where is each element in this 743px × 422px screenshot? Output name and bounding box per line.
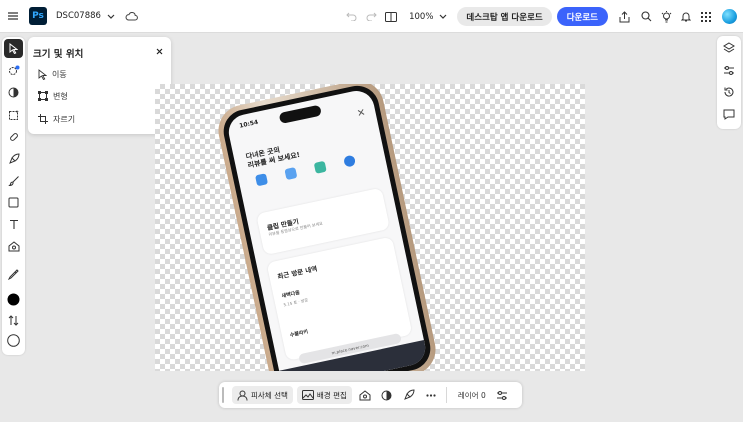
bell-icon[interactable] — [676, 7, 696, 27]
layers-icon[interactable] — [719, 38, 739, 58]
panel-item-label: 변형 — [53, 91, 68, 101]
move-icon — [38, 68, 47, 80]
phone-screen: 10:54 ✕ 다녀온 곳의 리뷰를 써 보세요! 클립 만들기 리뷰를 동영상… — [225, 87, 429, 371]
more-options-icon[interactable] — [422, 386, 440, 404]
healing-brush-icon[interactable] — [4, 127, 23, 146]
phone-image: 10:54 ✕ 다녀온 곳의 리뷰를 써 보세요! 클립 만들기 리뷰를 동영상… — [213, 84, 441, 371]
quick-selection-tool-icon[interactable] — [4, 61, 23, 80]
remove-background-icon[interactable] — [356, 386, 374, 404]
select-subject-button[interactable]: 피사체 선택 — [232, 386, 293, 404]
apps-grid-icon[interactable] — [696, 7, 716, 27]
text-tool-icon[interactable] — [4, 215, 23, 234]
background-tool-icon[interactable] — [4, 237, 23, 256]
swap-colors-icon[interactable] — [4, 311, 23, 330]
canvas-document[interactable]: 10:54 ✕ 다녀온 곳의 리뷰를 써 보세요! 클립 만들기 리뷰를 동영상… — [155, 84, 585, 371]
zoom-value: 100% — [409, 11, 434, 22]
quick-actions-icon[interactable] — [400, 386, 418, 404]
background-edit-label: 배경 편집 — [316, 390, 347, 400]
person-select-icon — [237, 390, 248, 401]
select-subject-label: 피사체 선택 — [251, 390, 288, 400]
hamburger-menu-icon[interactable] — [1, 0, 25, 33]
dynamic-island — [278, 104, 322, 125]
history-icon[interactable] — [719, 82, 739, 102]
screen-time: 10:54 — [238, 118, 259, 130]
comments-icon[interactable] — [719, 104, 739, 124]
panel-title: 크기 및 위치 — [33, 49, 84, 60]
select-tool-icon[interactable] — [4, 39, 23, 58]
quick-actions-icon[interactable] — [4, 149, 23, 168]
screen-card-title: 최근 방문 내역 — [276, 264, 318, 281]
transform-icon — [38, 91, 48, 101]
panel-item-transform[interactable]: 변형 — [38, 89, 68, 103]
generative-fill-icon[interactable] — [4, 105, 23, 124]
screen-recent-sub: 5.15 토 · 방문 — [283, 297, 309, 308]
screen-app-icon — [338, 154, 360, 169]
document-name[interactable]: DSC07886 — [56, 11, 101, 21]
photoshop-logo: Ps — [29, 7, 47, 25]
user-avatar[interactable] — [722, 9, 737, 24]
chevron-down-icon[interactable] — [107, 14, 115, 19]
layer-properties-icon[interactable] — [493, 386, 511, 404]
download-button[interactable]: 다운로드 — [556, 7, 608, 26]
screen-recent-item: 수블라키 — [289, 329, 309, 339]
divider — [445, 387, 447, 403]
panel-item-label: 이동 — [52, 69, 67, 79]
redo-icon[interactable] — [361, 7, 381, 27]
background-color-swatch[interactable] — [4, 331, 23, 350]
image-edit-icon — [301, 390, 314, 400]
panel-item-label: 자르기 — [53, 114, 76, 124]
chevron-down-icon — [439, 14, 447, 19]
screen-app-icon — [309, 160, 331, 175]
right-toolbar — [717, 36, 741, 129]
lightbulb-icon[interactable] — [656, 7, 676, 27]
crop-icon — [38, 114, 48, 124]
adjust-tool-icon[interactable] — [4, 83, 23, 102]
close-icon[interactable] — [152, 44, 166, 58]
properties-sliders-icon[interactable] — [719, 60, 739, 80]
compare-view-icon[interactable] — [381, 7, 401, 27]
panel-item-crop[interactable]: 자르기 — [38, 112, 75, 126]
search-icon[interactable] — [636, 7, 656, 27]
drag-handle[interactable] — [222, 387, 224, 403]
zoom-select[interactable]: 100% — [409, 12, 447, 22]
screen-app-icon — [279, 166, 301, 181]
desktop-app-download-button[interactable]: 데스크탑 앱 다운로드 — [457, 7, 552, 26]
share-icon[interactable] — [614, 7, 634, 27]
top-bar: Ps DSC07886 100% 데스크탑 앱 다운로드 다운로드 — [0, 0, 743, 33]
contextual-task-bar: 피사체 선택 배경 편집 레이어 0 — [219, 382, 522, 408]
screen-app-icon — [250, 172, 272, 187]
screen-close-icon: ✕ — [356, 107, 367, 120]
screen-recent-item: 새벽다움 — [281, 289, 301, 300]
shape-tool-icon[interactable] — [4, 193, 23, 212]
adjustments-icon[interactable] — [378, 386, 396, 404]
cloud-icon[interactable] — [125, 11, 138, 21]
foreground-color-swatch[interactable] — [4, 290, 23, 309]
brush-tool-icon[interactable] — [4, 171, 23, 190]
eyedropper-icon[interactable] — [4, 265, 23, 284]
left-toolbar — [2, 37, 25, 355]
panel-item-move[interactable]: 이동 — [38, 67, 67, 81]
layer-name[interactable]: 레이어 0 — [458, 390, 486, 401]
background-edit-button[interactable]: 배경 편집 — [296, 386, 352, 404]
size-position-panel: 크기 및 위치 이동 변형 자르기 — [28, 37, 171, 134]
undo-icon[interactable] — [341, 7, 361, 27]
